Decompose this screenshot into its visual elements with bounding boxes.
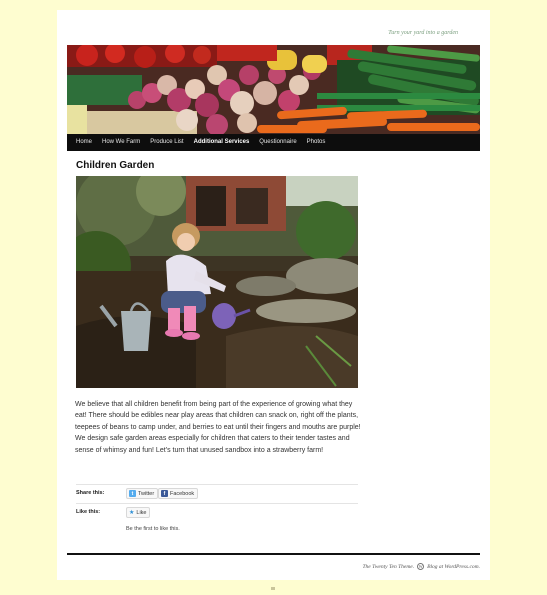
nav-item-additional-services[interactable]: Additional Services bbox=[189, 134, 255, 151]
divider bbox=[76, 484, 358, 485]
header-banner-image[interactable] bbox=[67, 45, 480, 134]
like-note: Be the first to like this. bbox=[126, 526, 180, 532]
nav-item-how-we-farm[interactable]: How We Farm bbox=[97, 134, 145, 151]
facebook-share-label: Facebook bbox=[170, 490, 195, 497]
post-photo[interactable] bbox=[76, 176, 358, 388]
site-tagline: Turn your yard into a garden bbox=[388, 30, 458, 36]
twitter-icon: t bbox=[129, 490, 136, 497]
footer-credit: The Twenty Ten Theme. W Blog at WordPres… bbox=[362, 563, 480, 570]
share-label: Share this: bbox=[76, 490, 105, 496]
twitter-share-label: Twitter bbox=[138, 490, 155, 497]
like-row: Like this: ★ Like bbox=[76, 507, 358, 519]
nav-item-photos[interactable]: Photos bbox=[302, 134, 331, 151]
like-button[interactable]: ★ Like bbox=[126, 507, 151, 518]
post-body: We believe that all children benefit fro… bbox=[75, 401, 361, 454]
theme-credit-link[interactable]: The Twenty Ten Theme. bbox=[362, 564, 414, 570]
divider bbox=[76, 503, 358, 504]
star-icon: ★ bbox=[129, 510, 135, 516]
main-navigation: Home How We Farm Produce List Additional… bbox=[67, 134, 480, 151]
facebook-icon: f bbox=[161, 490, 168, 497]
like-button-label: Like bbox=[136, 509, 147, 516]
wordpress-credit-link[interactable]: Blog at WordPress.com. bbox=[427, 564, 480, 570]
footer-divider bbox=[67, 553, 480, 555]
nav-item-produce-list[interactable]: Produce List bbox=[145, 134, 188, 151]
facebook-share-button[interactable]: f Facebook bbox=[158, 488, 199, 499]
wordpress-icon: W bbox=[417, 563, 425, 570]
post-title[interactable]: Children Garden bbox=[76, 160, 154, 171]
nav-item-home[interactable]: Home bbox=[71, 134, 97, 151]
bottom-marker bbox=[271, 587, 275, 590]
like-label: Like this: bbox=[76, 509, 101, 515]
nav-item-questionnaire[interactable]: Questionnaire bbox=[254, 134, 301, 151]
share-row: Share this: t Twitter f Facebook bbox=[76, 488, 358, 500]
twitter-share-button[interactable]: t Twitter bbox=[126, 488, 159, 499]
